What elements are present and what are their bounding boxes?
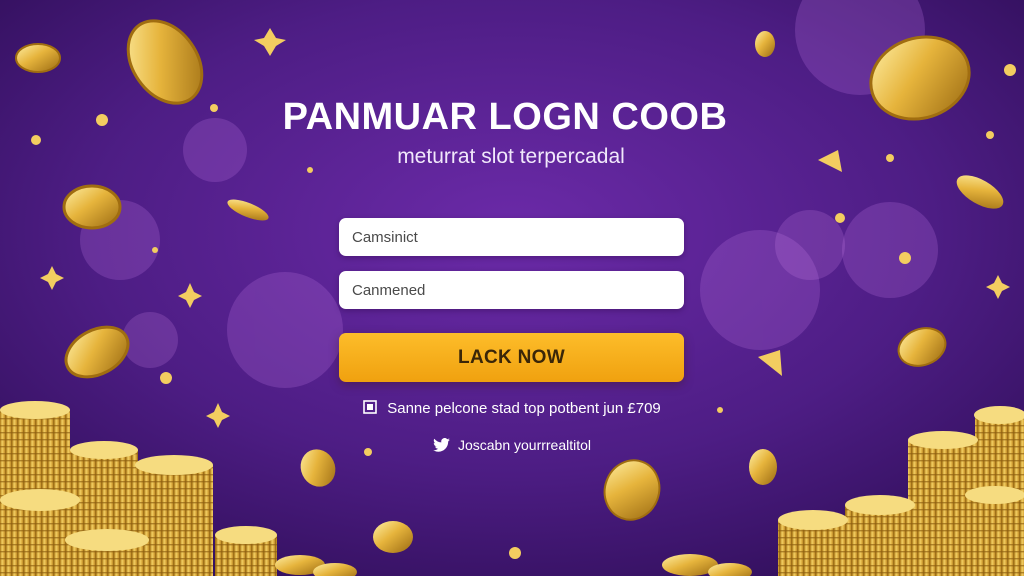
page-title: PANMUAR LOGN COOB — [282, 96, 728, 138]
twitter-icon[interactable] — [433, 437, 450, 455]
submit-button[interactable]: LACK NOW — [339, 333, 684, 382]
password-field[interactable] — [339, 271, 684, 309]
info-line: Sanne pelcone stad top potbent jun £709 — [0, 400, 1024, 418]
info-text: Sanne pelcone stad top potbent jun £709 — [387, 400, 661, 417]
social-text[interactable]: Joscabn yourrrealtitol — [458, 437, 591, 453]
login-panel: PANMUAR LOGN COOB meturrat slot terperca… — [0, 0, 1024, 576]
notice-icon — [363, 400, 379, 418]
page-subtitle: meturrat slot terpercadal — [397, 145, 625, 168]
social-line[interactable]: Joscabn yourrrealtitol — [0, 437, 1024, 455]
username-field[interactable] — [339, 218, 684, 256]
